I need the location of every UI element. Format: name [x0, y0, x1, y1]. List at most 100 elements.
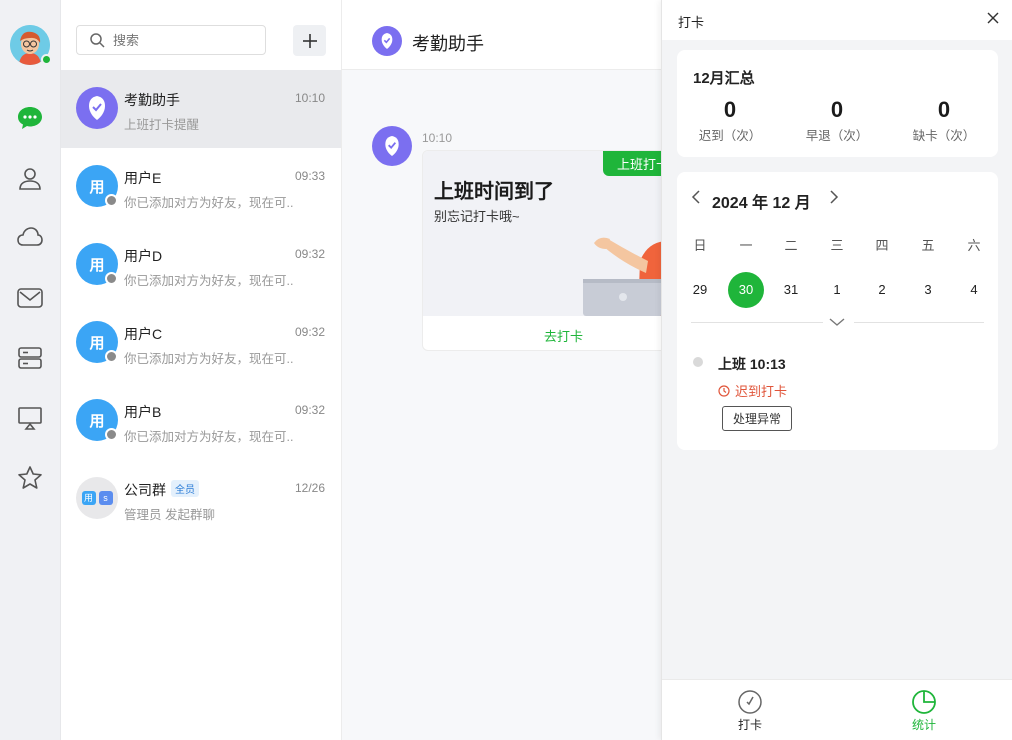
conversation-item-user-c[interactable]: 用 用户C 09:32 你已添加对方为好友，现在可... — [61, 304, 341, 382]
conversation-name: 用户D — [124, 248, 163, 264]
expand-calendar-button[interactable] — [829, 314, 845, 332]
pie-chart-icon — [912, 690, 936, 714]
calendar-month: 2024 年 12 月 — [712, 195, 811, 212]
conversation-item-user-b[interactable]: 用 用户B 09:32 你已添加对方为好友，现在可... — [61, 382, 341, 460]
mail-icon[interactable] — [15, 283, 45, 313]
conversation-time: 09:32 — [294, 325, 325, 339]
close-button[interactable] — [983, 8, 1003, 28]
star-icon[interactable] — [15, 463, 45, 493]
screen-share-icon[interactable] — [15, 403, 45, 433]
weekday-label: 一 — [739, 238, 753, 253]
conversation-time: 10:10 — [294, 91, 325, 105]
weekday-label: 五 — [921, 238, 935, 253]
search-box[interactable] — [76, 25, 266, 55]
offline-status-dot — [105, 272, 118, 285]
conversation-time: 12/26 — [294, 481, 325, 495]
calendar-day[interactable]: 4 — [956, 272, 992, 308]
shield-check-icon — [381, 33, 393, 49]
add-button[interactable] — [293, 25, 326, 56]
stat-value: 0 — [723, 97, 737, 122]
conversation-list: 考勤助手 10:10 上班打卡提醒 用 用户E 09:33 你已添加对方为好友，… — [61, 0, 342, 740]
punch-panel: 打卡 12月汇总 0 迟到（次） 0 早退（次） 0 缺卡（次） 2024 年 … — [661, 0, 1012, 740]
message-sender-avatar[interactable] — [372, 126, 412, 166]
contacts-icon[interactable] — [15, 163, 45, 193]
card-title: 上班时间到了 — [434, 181, 554, 203]
chat-title: 考勤助手 — [412, 34, 484, 54]
calendar-day[interactable]: 1 — [819, 272, 855, 308]
all-staff-badge: 全员 — [171, 480, 199, 497]
group-member-avatar: 用 — [81, 491, 96, 505]
offline-status-dot — [105, 350, 118, 363]
close-icon — [987, 12, 999, 24]
handle-exception-button[interactable]: 处理异常 — [722, 406, 793, 431]
chat-icon[interactable] — [15, 103, 45, 133]
tab-punch[interactable]: 打卡 — [710, 688, 790, 733]
chevron-right-icon — [830, 190, 839, 204]
calendar-day[interactable]: 2 — [864, 272, 900, 308]
record-status: 迟到打卡 — [718, 381, 787, 400]
stat-label: 早退（次） — [805, 129, 869, 143]
conversation-preview: 管理员 发起群聊 — [124, 508, 215, 522]
conversation-item-user-d[interactable]: 用 用户D 09:32 你已添加对方为好友，现在可... — [61, 226, 341, 304]
calendar-day-today[interactable]: 30 — [728, 272, 764, 308]
conversation-item-attendance[interactable]: 考勤助手 10:10 上班打卡提醒 — [61, 70, 341, 148]
record-title: 上班 10:13 — [718, 356, 786, 372]
chevron-left-icon — [691, 190, 700, 204]
tab-statistics[interactable]: 统计 — [884, 688, 964, 733]
cloud-icon[interactable] — [15, 223, 45, 253]
stat-label: 迟到（次） — [698, 129, 762, 143]
nav-rail — [0, 0, 61, 740]
weekday-label: 四 — [875, 238, 889, 253]
conversation-time: 09:32 — [294, 403, 325, 417]
monthly-summary-card: 12月汇总 0 迟到（次） 0 早退（次） 0 缺卡（次） — [677, 50, 998, 157]
stat-value: 0 — [937, 97, 951, 122]
stat-early-leave[interactable]: 0 早退（次） — [787, 97, 887, 144]
weekday-label: 二 — [784, 238, 798, 253]
calendar-card: 2024 年 12 月 日 一 二 三 四 五 六 29 30 31 1 2 3… — [677, 172, 998, 450]
conversation-time: 09:32 — [294, 247, 325, 261]
conversation-preview: 上班打卡提醒 — [124, 118, 200, 132]
summary-title: 12月汇总 — [693, 70, 755, 87]
search-input[interactable] — [113, 32, 253, 48]
conversation-item-company-group[interactable]: 用 s 公司群 全员 12/26 管理员 发起群聊 — [61, 460, 341, 538]
calendar-day[interactable]: 29 — [682, 272, 718, 308]
offline-status-dot — [105, 428, 118, 441]
divider — [854, 322, 984, 323]
shield-check-icon — [89, 96, 105, 120]
server-icon[interactable] — [15, 343, 45, 373]
tab-label: 统计 — [911, 718, 936, 732]
stat-missed[interactable]: 0 缺卡（次） — [894, 97, 994, 144]
conversation-preview: 你已添加对方为好友，现在可... — [124, 274, 294, 288]
group-member-avatar: s — [98, 491, 113, 505]
conversation-preview: 你已添加对方为好友，现在可... — [124, 196, 294, 210]
next-month-button[interactable] — [829, 190, 839, 209]
weekday-label: 三 — [830, 238, 844, 253]
search-icon — [90, 33, 105, 48]
chat-header-avatar — [372, 26, 402, 56]
conversation-preview: 你已添加对方为好友，现在可... — [124, 430, 294, 444]
weekday-label: 日 — [693, 238, 707, 253]
panel-tab-bar: 打卡 统计 — [662, 679, 1012, 740]
clock-icon — [718, 384, 730, 397]
prev-month-button[interactable] — [691, 190, 701, 209]
conversation-name: 公司群 全员 — [124, 480, 199, 500]
weekday-label: 六 — [967, 238, 981, 253]
card-subtitle: 别忘记打卡哦~ — [434, 209, 520, 224]
panel-header: 打卡 — [662, 0, 1012, 40]
calendar-day[interactable]: 3 — [910, 272, 946, 308]
panel-title: 打卡 — [678, 15, 705, 30]
online-status-dot — [41, 54, 52, 65]
conversation-preview: 你已添加对方为好友，现在可... — [124, 352, 294, 366]
group-avatar: 用 s — [76, 477, 118, 519]
divider — [691, 322, 823, 323]
conversation-name: 用户C — [124, 326, 163, 342]
calendar-day[interactable]: 31 — [773, 272, 809, 308]
attendance-assistant-avatar — [76, 87, 118, 129]
conversation-name: 用户B — [124, 404, 162, 420]
stat-late[interactable]: 0 迟到（次） — [680, 97, 780, 144]
conversation-item-user-e[interactable]: 用 用户E 09:33 你已添加对方为好友，现在可... — [61, 148, 341, 226]
offline-status-dot — [105, 194, 118, 207]
message-time: 10:10 — [422, 131, 453, 145]
conversation-time: 09:33 — [294, 169, 325, 183]
tab-label: 打卡 — [737, 718, 762, 732]
